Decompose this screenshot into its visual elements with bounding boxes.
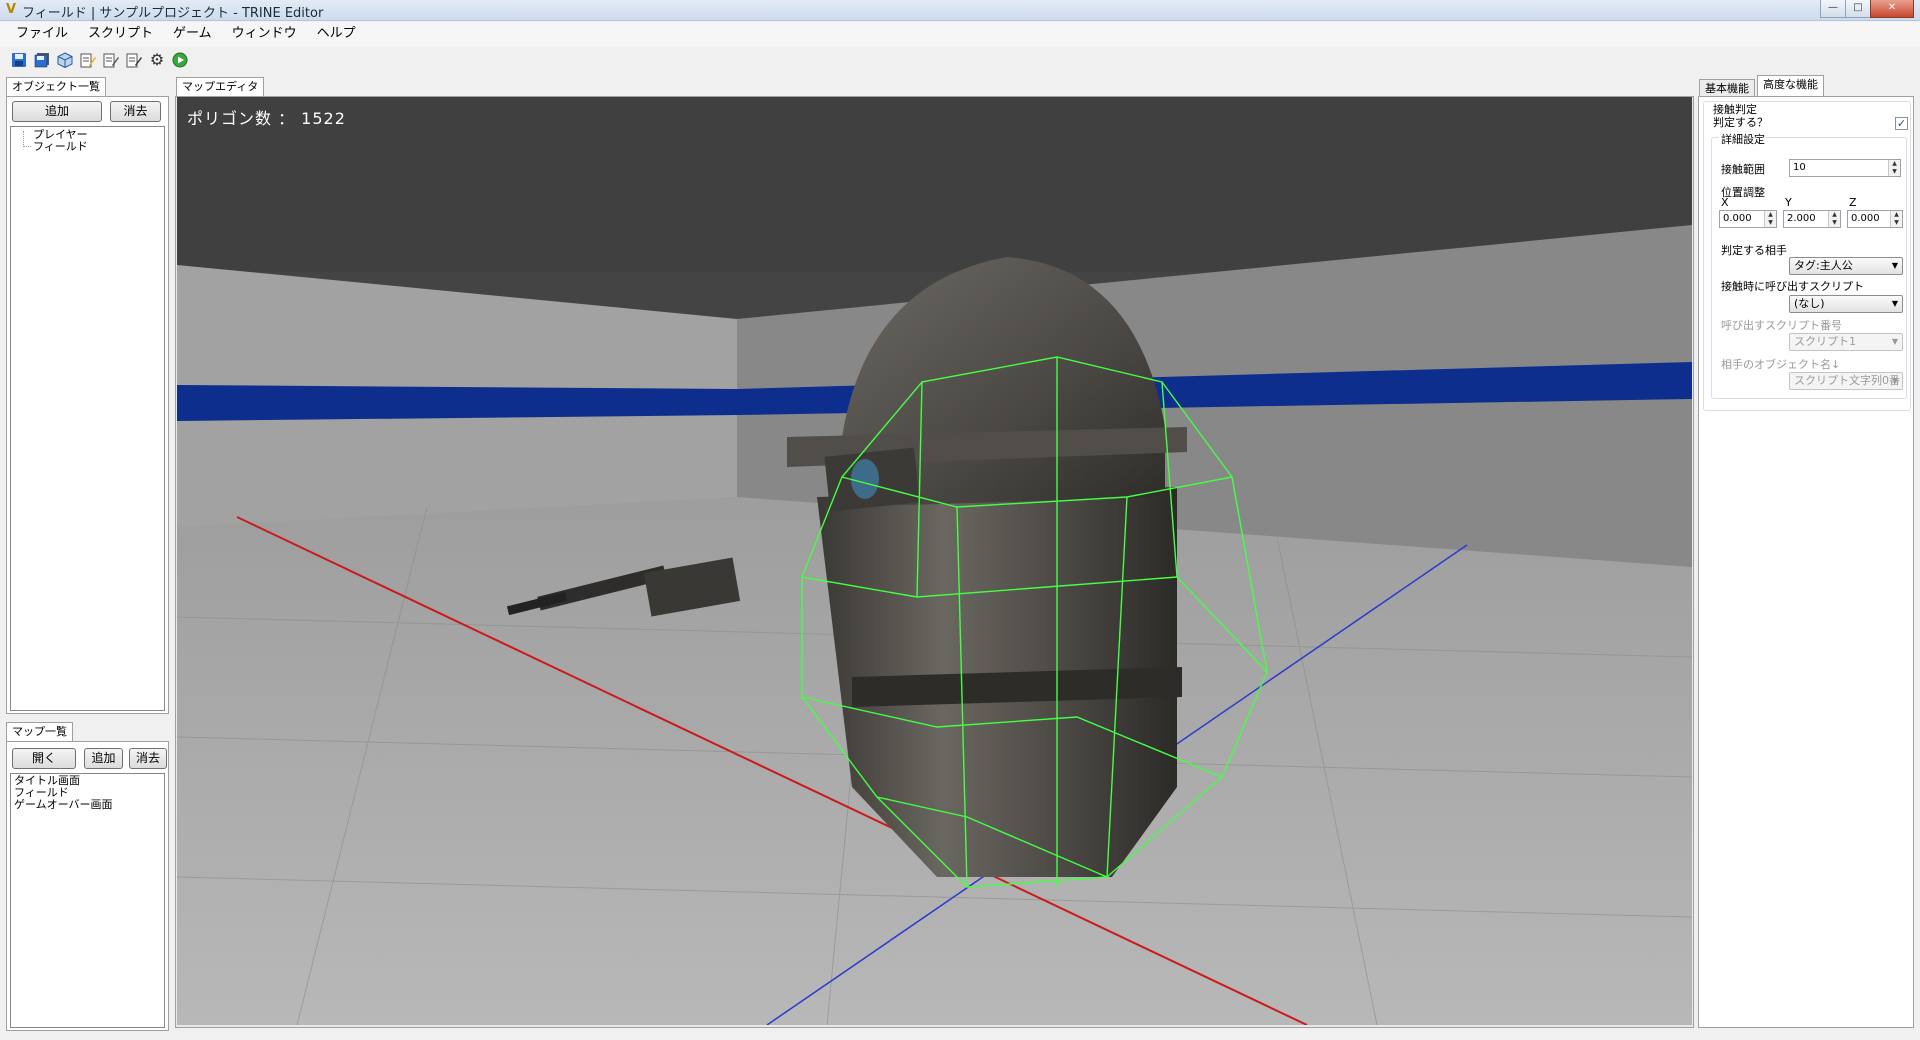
edit-script-3-icon[interactable]	[125, 51, 143, 69]
scene-render	[177, 97, 1692, 1025]
z-label: Z	[1849, 196, 1857, 209]
tab-map-list[interactable]: マップ一覧	[6, 722, 73, 742]
tree-item-field[interactable]: フィールド	[33, 141, 88, 153]
range-spinner-icon[interactable]: ▲ ▼	[1888, 160, 1900, 176]
cube-icon[interactable]	[56, 51, 74, 69]
judge-checkbox[interactable]: ✓	[1895, 117, 1908, 130]
delete-object-button[interactable]: 消去	[110, 101, 161, 122]
menu-bar: ファイル スクリプト ゲーム ウィンドウ ヘルプ	[0, 22, 1920, 46]
chevron-down-icon: ▼	[1891, 299, 1898, 308]
z-position-input[interactable]: 0.000 ▲ ▼	[1847, 210, 1903, 228]
play-icon[interactable]	[171, 51, 189, 69]
y-label: Y	[1785, 196, 1792, 209]
window-controls: — □ ✕	[1820, 0, 1914, 18]
object-list-panel: 追加 消去 プレイヤー フィールド	[6, 96, 169, 714]
delete-map-button[interactable]: 消去	[129, 748, 167, 769]
x-position-input[interactable]: 0.000 ▲ ▼	[1719, 210, 1777, 228]
app-logo-icon: V	[5, 2, 17, 17]
script-call-label: 接触時に呼び出すスクリプト	[1721, 280, 1864, 293]
menu-help[interactable]: ヘルプ	[307, 23, 366, 45]
script-call-select[interactable]: (なし) ▼	[1789, 295, 1903, 313]
open-map-button[interactable]: 開く	[12, 748, 76, 769]
script-number-select-value: スクリプト1	[1794, 335, 1856, 348]
x-label: X	[1721, 196, 1729, 209]
tab-object-list[interactable]: オブジェクト一覧	[6, 77, 106, 97]
y-spinner-icon[interactable]: ▲ ▼	[1828, 211, 1840, 227]
advanced-features-panel: 接触判定 判定する？ ✓ 詳細設定 接触範囲 10 ▲ ▼ 位置調整 X Y Z …	[1698, 96, 1914, 1028]
chevron-down-icon: ▼	[1891, 376, 1898, 385]
save-icon[interactable]	[10, 51, 28, 69]
z-position-value: 0.000	[1851, 213, 1880, 224]
tab-map-editor[interactable]: マップエディタ	[176, 77, 265, 97]
tab-advanced-features[interactable]: 高度な機能	[1757, 75, 1824, 97]
opponent-name-select-value: スクリプト文字列0番	[1794, 374, 1900, 387]
script-number-select: スクリプト1 ▼	[1789, 333, 1903, 351]
object-tree: プレイヤー フィールド	[10, 126, 165, 711]
detail-settings-label: 詳細設定	[1719, 131, 1767, 147]
close-icon[interactable]: ✕	[1870, 0, 1914, 18]
polygon-count: ポリゴン数 ： 1522	[187, 109, 346, 128]
chevron-down-icon: ▼	[1891, 337, 1898, 346]
add-map-button[interactable]: 追加	[84, 748, 123, 769]
tree-connector	[23, 131, 31, 147]
toolbar: ⚙	[0, 48, 1920, 72]
ceiling	[177, 97, 1692, 272]
range-input[interactable]: 10 ▲ ▼	[1789, 159, 1901, 177]
target-select[interactable]: タグ:主人公 ▼	[1789, 257, 1903, 275]
menu-game[interactable]: ゲーム	[163, 23, 222, 45]
map-list: タイトル画面 フィールド ゲームオーバー画面	[10, 773, 165, 1028]
add-object-button[interactable]: 追加	[12, 101, 102, 122]
chevron-down-icon: ▼	[1891, 261, 1898, 270]
y-position-value: 2.000	[1787, 213, 1816, 224]
script-call-select-value: (なし)	[1794, 297, 1825, 310]
edit-script-2-icon[interactable]	[102, 51, 120, 69]
title-bar: V フィールド | サンプルプロジェクト - TRINE Editor — □ …	[0, 0, 1920, 21]
left-wall-stripe	[177, 385, 737, 421]
z-spinner-icon[interactable]: ▲ ▼	[1890, 211, 1902, 227]
maximize-icon[interactable]: □	[1845, 0, 1871, 18]
minimize-icon[interactable]: —	[1820, 0, 1846, 18]
range-value: 10	[1793, 162, 1806, 173]
x-position-value: 0.000	[1723, 213, 1752, 224]
range-label: 接触範囲	[1721, 163, 1765, 176]
menu-file[interactable]: ファイル	[6, 23, 78, 45]
menu-script[interactable]: スクリプト	[78, 23, 163, 45]
opponent-name-select: スクリプト文字列0番 ▼	[1789, 372, 1903, 390]
y-position-input[interactable]: 2.000 ▲ ▼	[1783, 210, 1841, 228]
editor-window: V フィールド | サンプルプロジェクト - TRINE Editor — □ …	[0, 0, 1920, 1040]
script-number-label: 呼び出すスクリプト番号	[1721, 319, 1842, 332]
target-select-value: タグ:主人公	[1794, 259, 1853, 272]
window-title: フィールド | サンプルプロジェクト - TRINE Editor	[22, 6, 324, 21]
settings-gear-icon[interactable]: ⚙	[148, 51, 166, 69]
opponent-name-label: 相手のオブジェクト名↓	[1721, 358, 1841, 371]
save-all-icon[interactable]	[33, 51, 51, 69]
map-item-gameover-screen[interactable]: ゲームオーバー画面	[14, 799, 161, 811]
judge-label: 判定する？	[1713, 116, 1768, 129]
3d-viewport[interactable]: ポリゴン数 ： 1522	[177, 97, 1692, 1025]
x-spinner-icon[interactable]: ▲ ▼	[1764, 211, 1776, 227]
map-list-panel: 開く 追加 消去 タイトル画面 フィールド ゲームオーバー画面	[6, 741, 169, 1031]
target-label: 判定する相手	[1721, 244, 1787, 257]
edit-script-icon[interactable]	[79, 51, 97, 69]
menu-window[interactable]: ウィンドウ	[222, 23, 307, 45]
